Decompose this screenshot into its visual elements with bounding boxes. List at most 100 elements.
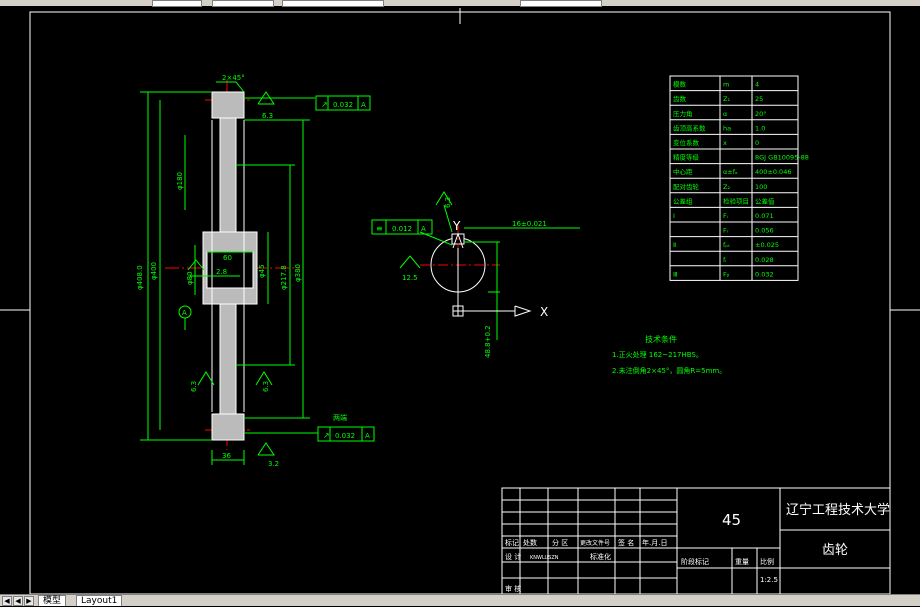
- param-cell: 0: [755, 139, 759, 147]
- tb-h-docno: 更改文件号: [580, 539, 610, 547]
- dim-hub-length: 60: [223, 254, 232, 262]
- gear-section-view: 2×45° ↗ 0.032 A 6.3 φ408.0 φ400 φ180 φ80…: [136, 74, 375, 468]
- fcf-bottom-symbol: ↗: [323, 431, 330, 440]
- drawing-canvas[interactable]: 2×45° ↗ 0.032 A 6.3 φ408.0 φ400 φ180 φ80…: [0, 6, 920, 594]
- drawing-frame: [0, 8, 920, 594]
- param-cell: 检验项目: [723, 196, 749, 205]
- tb-r-design: 设 计: [505, 552, 521, 561]
- param-cell: fₚₜ: [723, 241, 730, 249]
- param-cell: x: [723, 139, 727, 147]
- tb-h-mark: 标记: [505, 538, 519, 547]
- dim-keyway-depth: 48.8+0.2: [484, 325, 492, 358]
- tb-r-design-name: KNWLUSZN: [530, 555, 559, 561]
- param-cell: 1.0: [755, 124, 765, 132]
- ucs-x-arrow: [514, 305, 532, 317]
- fcf-top-symbol: ↗: [321, 100, 328, 109]
- fcf-top-value: 0.032: [333, 101, 353, 109]
- leader-key-top: [443, 204, 453, 233]
- keyway-view: 16±0.021 ≡ 0.012 A 12.5 6.3 48.8+0.2 X Y: [371, 191, 580, 358]
- tb-school: 辽宁工程技术大学: [786, 502, 890, 518]
- dim-key-small: φ180: [176, 172, 184, 190]
- param-cell: ±0.025: [755, 241, 779, 249]
- param-cell: 配对齿轮: [673, 182, 700, 191]
- dim-od-left2: φ400: [150, 262, 158, 280]
- dim-inner-dia: φ217.8: [280, 265, 288, 290]
- ucs-x-label: X: [540, 305, 548, 319]
- rim-bottom: [211, 413, 245, 441]
- fcf-bottom-datum: A: [365, 432, 370, 440]
- param-cell: Z₁: [723, 95, 730, 103]
- param-cell: 8GJ GB10095-88: [755, 154, 809, 162]
- dim-od-left: φ408.0: [136, 265, 144, 290]
- param-cell: 20°: [755, 110, 767, 118]
- tb-h-sign: 签 名: [618, 538, 634, 547]
- tab-model[interactable]: 模型: [38, 595, 67, 606]
- dim-shaft: φ80: [186, 271, 194, 285]
- param-cell: 压力角: [673, 109, 693, 118]
- param-cell: 齿顶高系数: [673, 123, 706, 132]
- param-cell: Ⅰ: [673, 212, 675, 220]
- param-cell: Fᵣ: [723, 227, 729, 235]
- param-cell: 精度等级: [673, 153, 700, 162]
- web-top: [219, 117, 237, 233]
- param-cell: 100: [755, 183, 767, 191]
- param-cell: Fᵦ: [723, 270, 730, 278]
- tb-material: 45: [722, 511, 741, 529]
- param-cell: ha: [723, 124, 731, 132]
- param-cell: 模数: [673, 80, 687, 89]
- tb-scale-value: 1:2.5: [760, 576, 778, 584]
- web-bottom: [219, 303, 237, 415]
- param-cell: 25: [755, 95, 763, 103]
- param-cell: α: [723, 110, 727, 118]
- tech-req-title: 技术条件: [645, 334, 677, 344]
- layout-tab-bar: ◀ ◀ ▶ 模型 Layout1: [0, 594, 920, 606]
- dim-inner-dia2: φ380: [294, 264, 302, 282]
- rough-web-left-value: 6.3: [190, 381, 198, 392]
- param-cell: 0.028: [755, 256, 774, 264]
- param-cell: 0.071: [755, 212, 774, 220]
- rough-bottom-value: 3.2: [268, 460, 279, 468]
- flatness-label: 两端: [333, 413, 347, 422]
- gear-parameter-table: 模数 m 4 齿数 Z₁ 25 压力角 α 20° 齿顶高系数 ha 1.0 变位系数 x 0 精度等级 8GJ…: [669, 75, 809, 281]
- param-cell: 中心距: [673, 167, 693, 176]
- param-cell: 公差值: [755, 196, 775, 205]
- tab-layout1[interactable]: Layout1: [76, 595, 123, 606]
- rough-top-value: 6.3: [262, 112, 273, 120]
- tb-h-count: 处数: [523, 538, 537, 547]
- tech-req-line1: 1.正火处理 162~217HBS。: [612, 350, 703, 359]
- param-cell: Fᵢ: [723, 212, 728, 220]
- param-cell: 400±0.046: [755, 168, 791, 176]
- dim-keyway-width: 16±0.021: [512, 220, 547, 228]
- param-cell: Ⅱ: [673, 241, 676, 249]
- leader-chamfer: [216, 81, 245, 93]
- rough-web-right-value: 6.3: [262, 381, 270, 392]
- dim-hub-text: 2.8: [216, 268, 227, 276]
- rough-key-top-value: 6.3: [444, 197, 452, 208]
- tb-scale-label: 比例: [760, 557, 774, 566]
- dim-chamfer-top: 2×45°: [222, 74, 245, 82]
- param-cell: fᵢ: [723, 256, 726, 264]
- param-cell: 4: [755, 81, 759, 89]
- param-cell: 公差组: [673, 196, 693, 205]
- param-cell: 0.056: [755, 227, 774, 235]
- tb-r-review: 审 核: [505, 584, 521, 593]
- param-cell: 齿数: [673, 94, 687, 103]
- param-cell: Ⅲ: [673, 270, 677, 278]
- tb-weight-label: 重量: [735, 558, 749, 566]
- rough-sym-bottom: [257, 442, 275, 456]
- tb-h-date: 年.月.日: [642, 538, 667, 547]
- fcf-sym-symbol: ≡: [376, 224, 383, 233]
- param-cell: α±fₐ: [723, 168, 738, 176]
- fcf-top-datum: A: [361, 101, 366, 109]
- tb-part-name: 齿轮: [822, 543, 848, 558]
- fcf-bottom-value: 0.032: [335, 432, 355, 440]
- param-cell: 0.032: [755, 270, 774, 278]
- datum-label-a: A: [182, 309, 187, 317]
- tb-r-standard: 标准化: [590, 552, 611, 561]
- tb-stage-label: 阶段标记: [681, 557, 709, 566]
- dim-bore-mid: φ45: [258, 264, 266, 278]
- fcf-sym-datum: A: [421, 225, 426, 233]
- ucs-y-label: Y: [452, 219, 461, 233]
- dim-width-bottom: 36: [222, 452, 231, 460]
- param-cell: Z₂: [723, 183, 730, 191]
